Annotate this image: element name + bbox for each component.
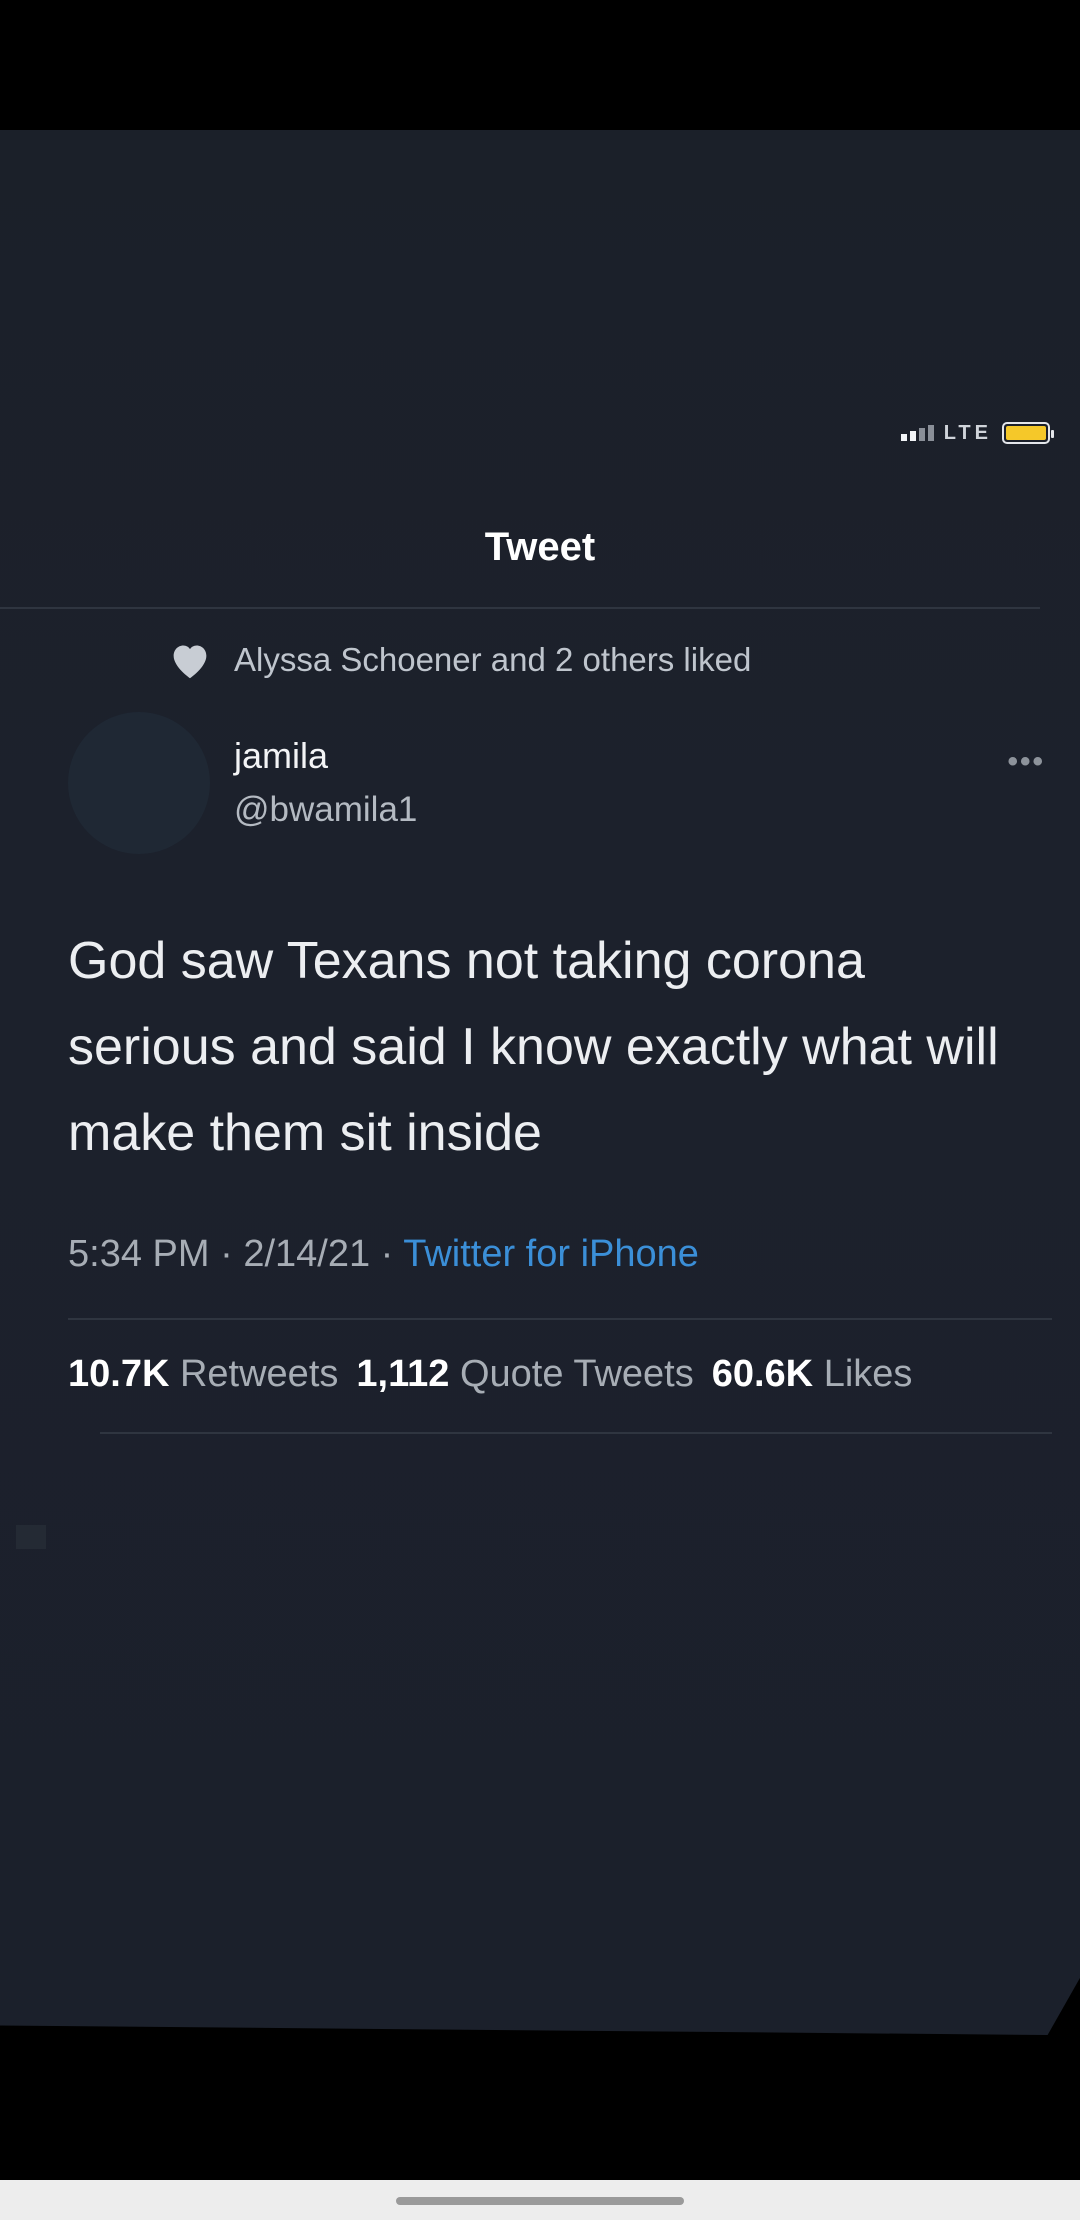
battery-icon (1002, 422, 1054, 444)
tweet-stats: 10.7K Retweets 1,112 Quote Tweets 60.6K Li… (68, 1353, 912, 1396)
retweets-label: Retweets (179, 1353, 339, 1395)
page-title: Tweet (484, 525, 596, 569)
meta-separator: · (380, 1233, 394, 1275)
carrier-label: LTE (943, 421, 992, 444)
stats-divider (100, 1432, 1052, 1434)
quote-tweets-label: Quote Tweets (459, 1353, 694, 1395)
tweet-source-link[interactable]: Twitter for iPhone (403, 1233, 699, 1275)
retweets-count: 10.7K (68, 1353, 170, 1395)
signal-icon (900, 425, 934, 441)
tweet-time: 5:34 PM (68, 1233, 210, 1275)
header-divider (0, 607, 1040, 609)
home-indicator[interactable] (396, 2197, 684, 2205)
more-icon[interactable]: ••• (1007, 745, 1045, 779)
likes-stat[interactable]: 60.6K Likes (712, 1353, 913, 1395)
status-bar: LTE (900, 418, 1054, 448)
likes-count: 60.6K (711, 1353, 814, 1395)
edge-mark (16, 1525, 46, 1549)
meta-divider (68, 1318, 1052, 1320)
tweet-meta: 5:34 PM · 2/14/21 · Twitter for iPhone (68, 1233, 699, 1276)
social-context[interactable]: Alyssa Schoener and 2 others liked (168, 640, 751, 680)
meta-separator: · (220, 1233, 233, 1275)
author-handle[interactable]: @bwamila1 (234, 790, 417, 830)
retweets-stat[interactable]: 10.7K Retweets (68, 1353, 338, 1395)
heart-icon (173, 645, 207, 679)
author-name[interactable]: jamila (234, 735, 328, 777)
quote-tweets-stat[interactable]: 1,112 Quote Tweets (356, 1353, 693, 1395)
social-context-text: Alyssa Schoener and 2 others liked (234, 641, 752, 678)
quote-tweets-count: 1,112 (356, 1353, 450, 1395)
tweet-text: God saw Texans not taking corona serious… (68, 932, 999, 1162)
likes-label: Likes (823, 1353, 913, 1395)
tweet-date: 2/14/21 (243, 1233, 371, 1275)
avatar[interactable] (68, 712, 210, 854)
